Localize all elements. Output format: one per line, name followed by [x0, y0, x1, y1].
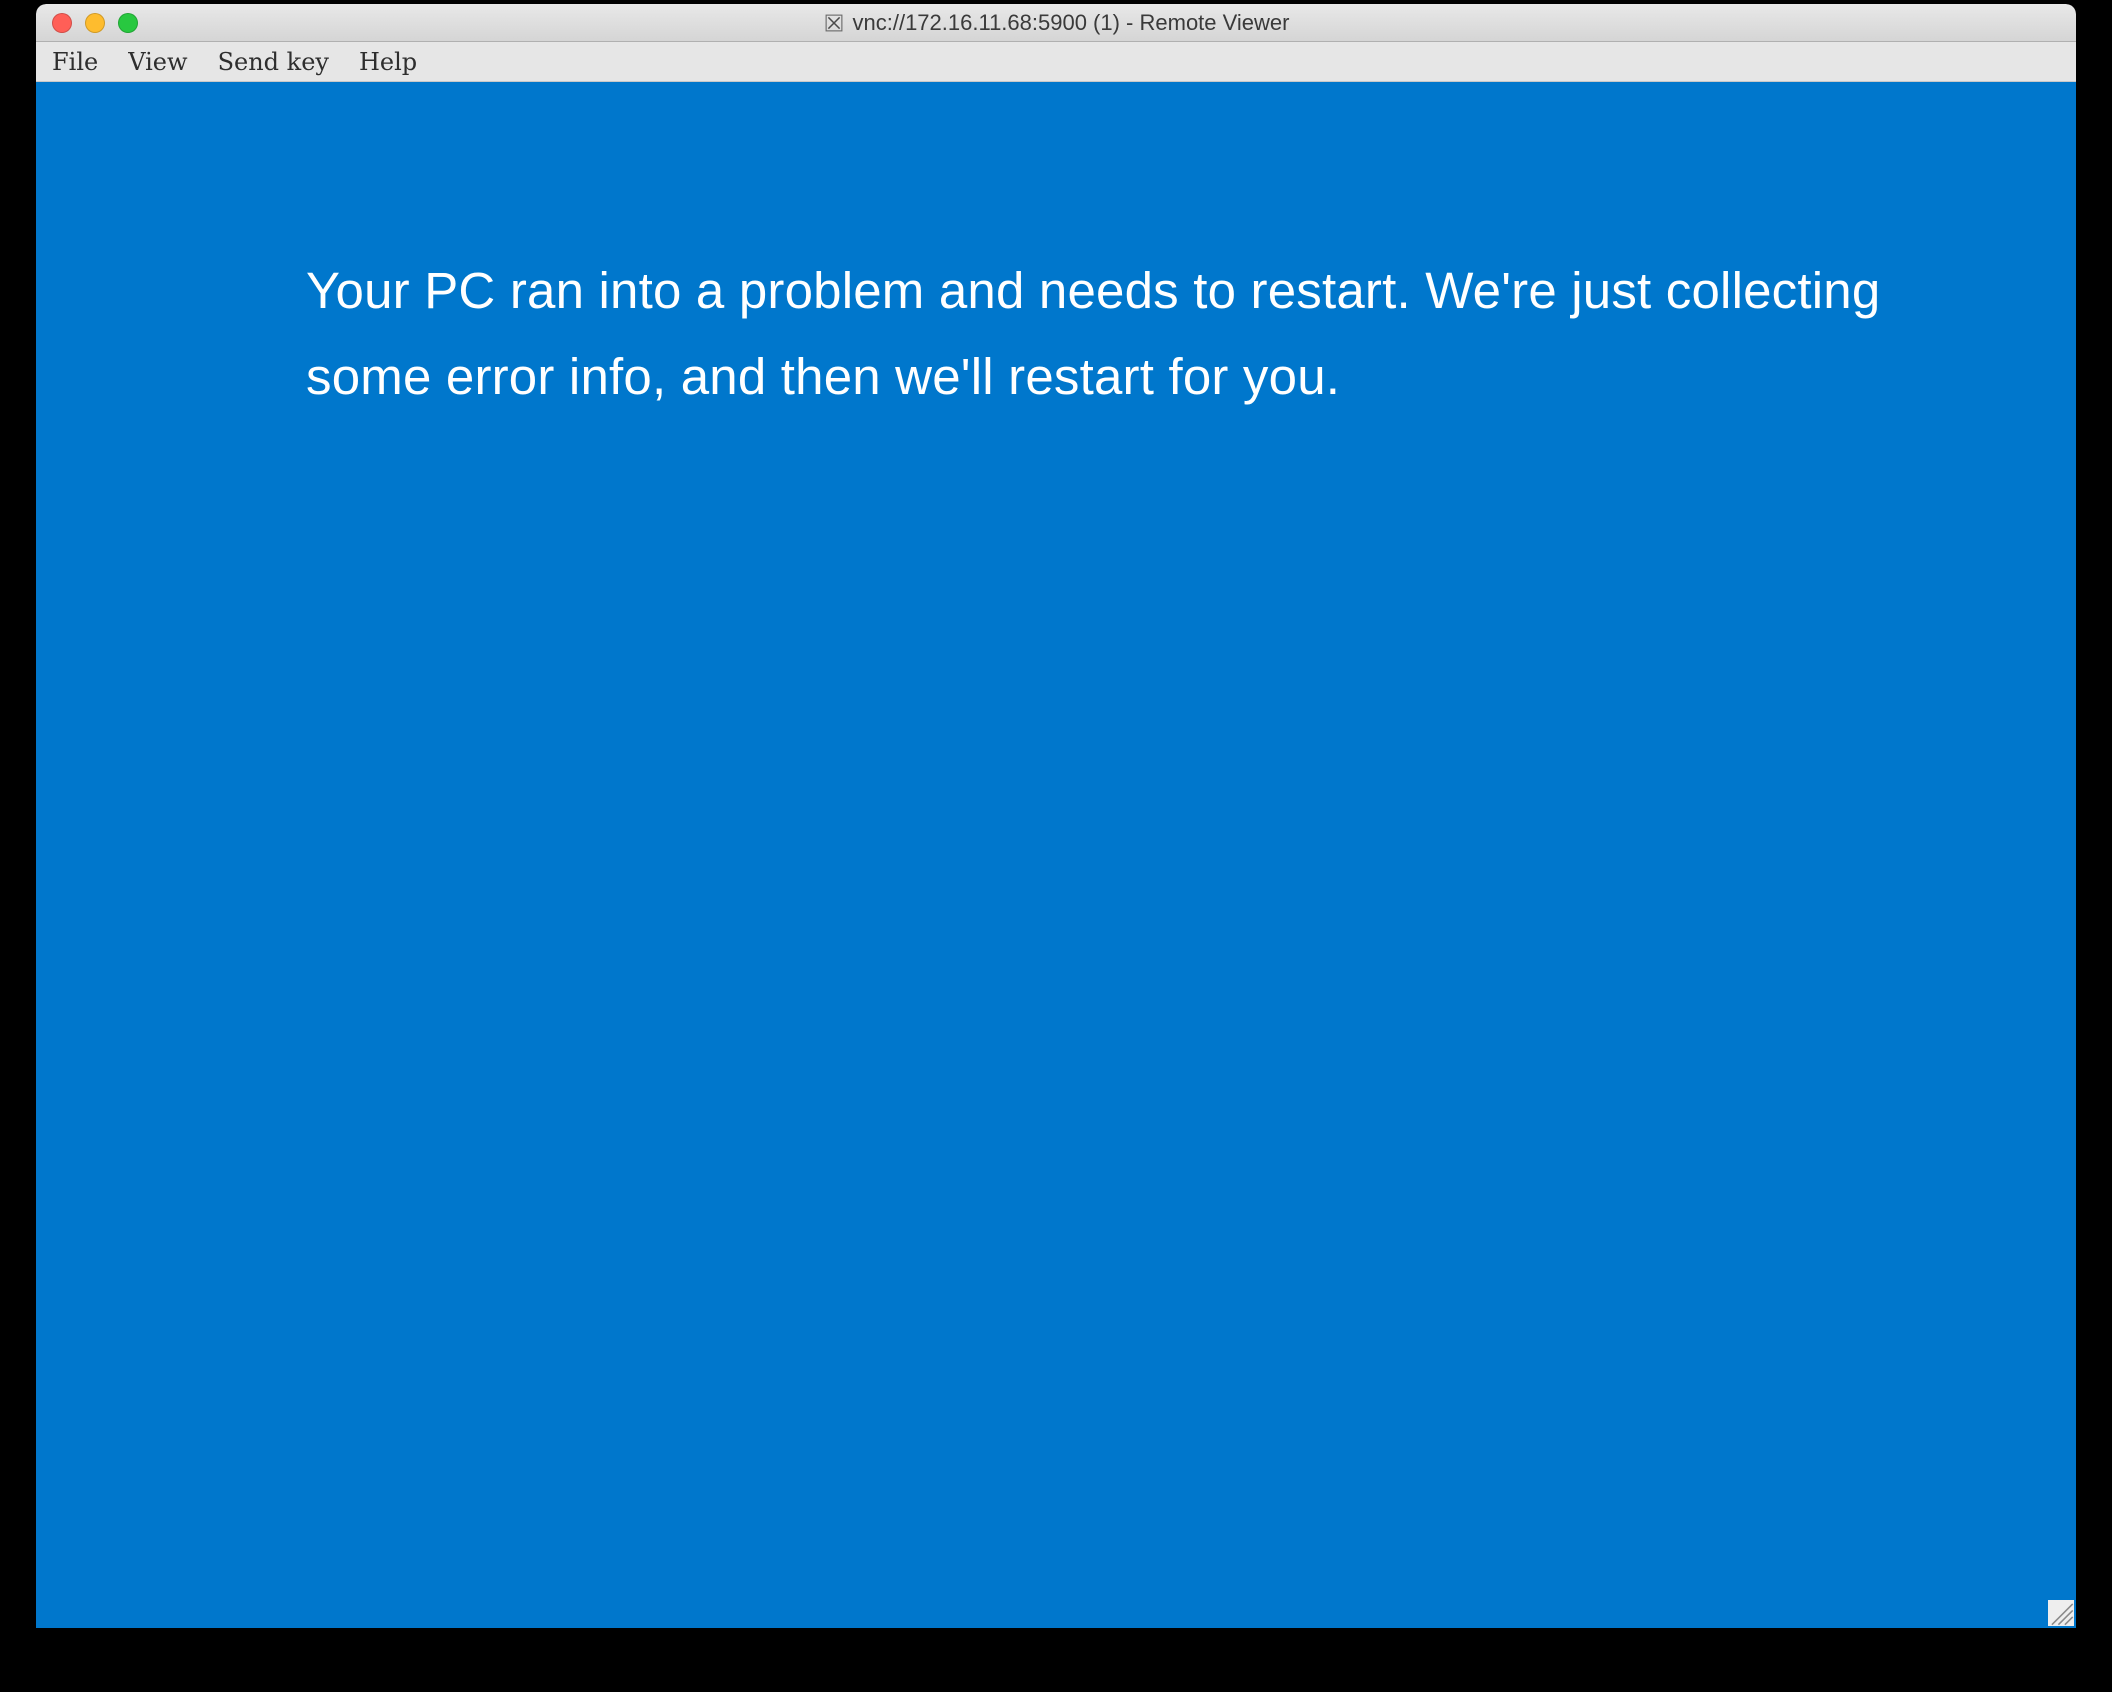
menu-send-key[interactable]: Send key [216, 44, 345, 80]
close-button[interactable] [52, 13, 72, 33]
minimize-button[interactable] [85, 13, 105, 33]
menu-view[interactable]: View [126, 44, 203, 80]
maximize-button[interactable] [118, 13, 138, 33]
menubar: File View Send key Help [36, 42, 2076, 82]
remote-screen[interactable]: Your PC ran into a problem and needs to … [36, 82, 2076, 1628]
menu-help[interactable]: Help [357, 44, 433, 80]
titlebar[interactable]: vnc://172.16.11.68:5900 (1) - Remote Vie… [36, 4, 2076, 42]
menu-file[interactable]: File [50, 44, 114, 80]
remote-viewer-window: vnc://172.16.11.68:5900 (1) - Remote Vie… [36, 4, 2076, 1628]
traffic-lights [36, 13, 138, 33]
bsod-error-message: Your PC ran into a problem and needs to … [306, 248, 1986, 419]
window-title: vnc://172.16.11.68:5900 (1) - Remote Vie… [36, 10, 2076, 36]
window-title-text: vnc://172.16.11.68:5900 (1) - Remote Vie… [853, 10, 1290, 36]
x11-icon [823, 12, 845, 34]
resize-grip[interactable] [2048, 1600, 2074, 1626]
